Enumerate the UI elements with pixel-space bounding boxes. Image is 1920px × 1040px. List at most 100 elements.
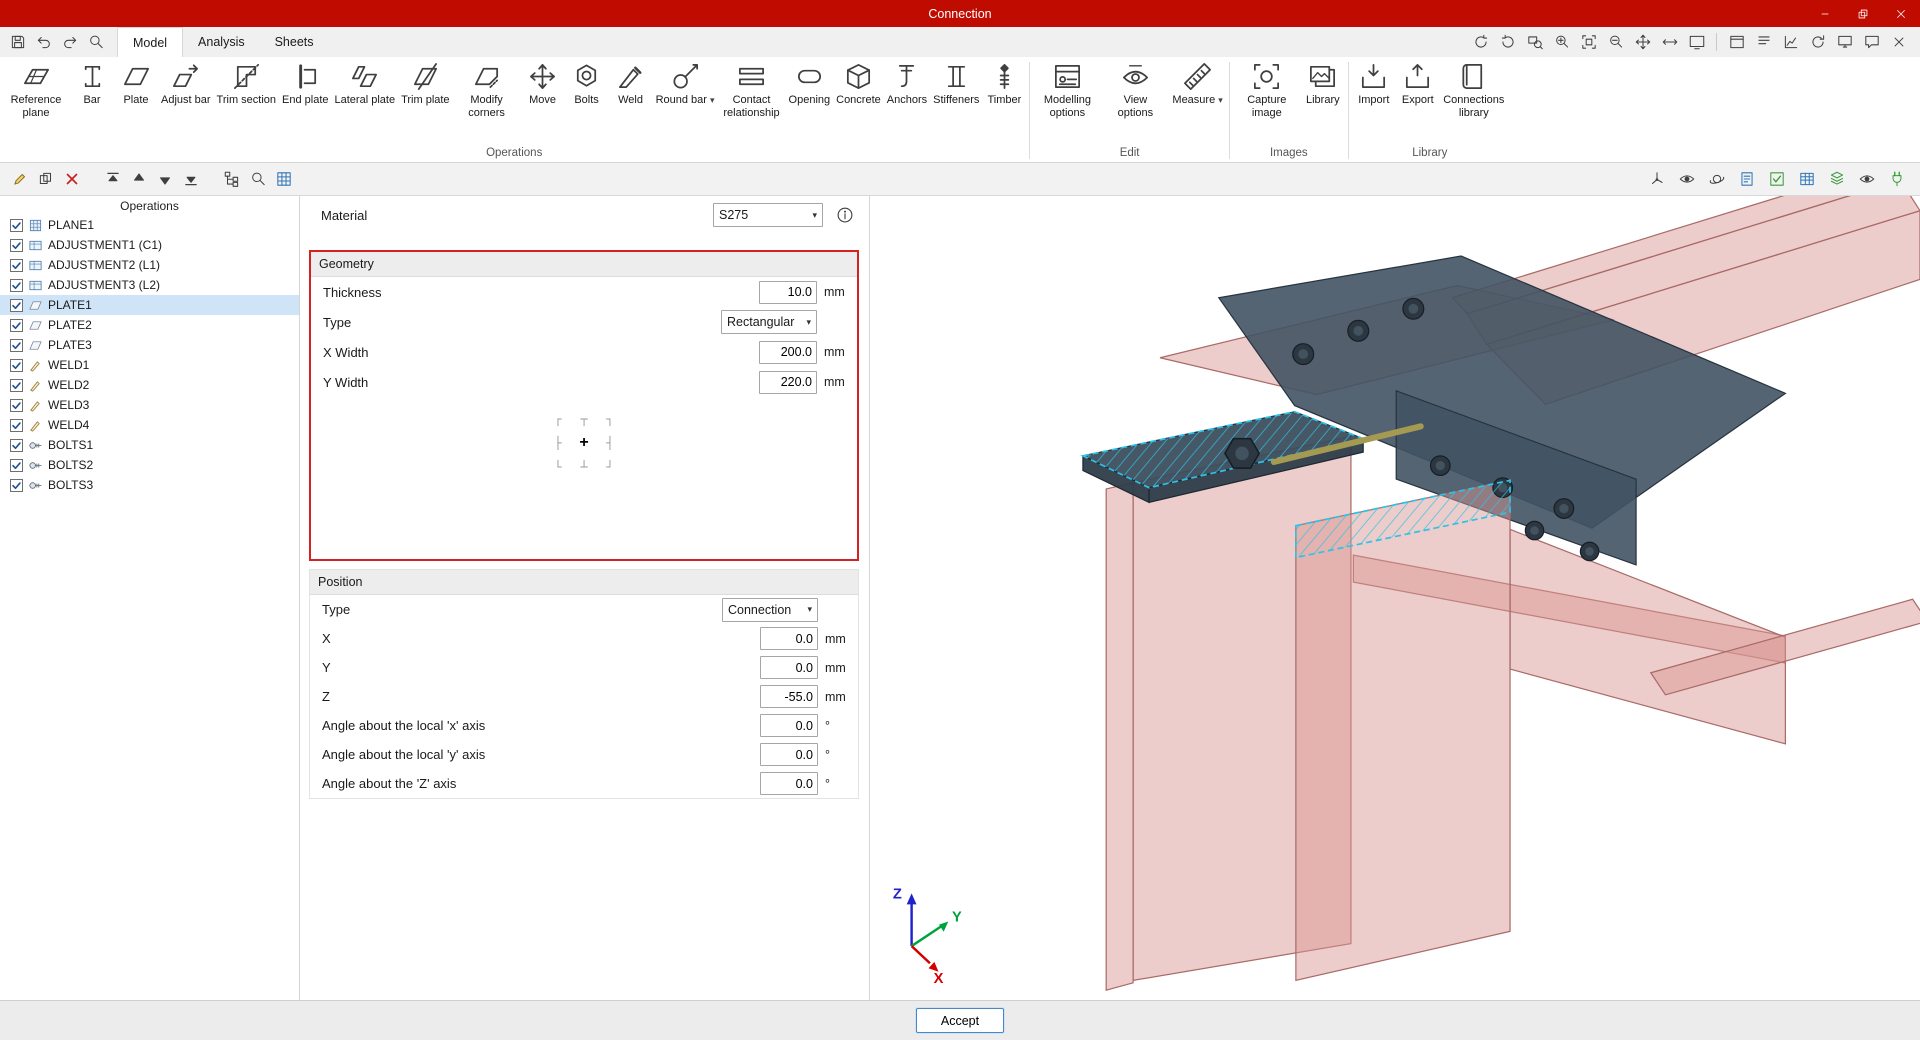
ribbon-button-trim-section[interactable]: Trim section [214,59,280,109]
ribbon-button-bar[interactable]: Bar [70,59,114,109]
eye2-button[interactable] [1855,168,1878,191]
comment-button[interactable] [1860,31,1883,54]
checkbox[interactable] [10,359,23,372]
ribbon-button-library[interactable]: Library [1301,59,1345,109]
zoom-refresh-button[interactable] [1550,31,1573,54]
tree-item-weld4[interactable]: WELD4 [0,415,299,435]
checkbox[interactable] [10,459,23,472]
ribbon-button-move[interactable]: Move [521,59,565,109]
zoom-search-button[interactable] [1604,31,1627,54]
connector-button[interactable] [1885,168,1908,191]
tree-item-weld1[interactable]: WELD1 [0,355,299,375]
ribbon-button-adjust-bar[interactable]: Adjust bar [158,59,214,109]
anchor-cell-6[interactable]: └ [545,455,571,479]
minimize-button[interactable] [1806,0,1844,27]
copy-button[interactable] [34,168,57,191]
layers-button[interactable] [1825,168,1848,191]
save-button[interactable] [6,31,29,54]
tree-item-plane1[interactable]: PLANE1 [0,215,299,235]
tree-item-bolts2[interactable]: BOLTS2 [0,455,299,475]
anchor-cell-1[interactable]: ┬ [571,407,597,431]
checkbox[interactable] [10,259,23,272]
angle-about-the-local-y-axis-input[interactable] [760,743,818,766]
rotate-right-button[interactable] [1496,31,1519,54]
anchor-cell-3[interactable]: ├ [545,431,571,455]
delete-button[interactable] [60,168,83,191]
move-view-button[interactable] [1658,31,1681,54]
tree-item-weld2[interactable]: WELD2 [0,375,299,395]
ribbon-button-end-plate[interactable]: End plate [279,59,331,109]
search-button[interactable] [84,31,107,54]
tree-item-bolts3[interactable]: BOLTS3 [0,475,299,495]
y-input[interactable] [760,656,818,679]
move-up-button[interactable] [127,168,150,191]
checkbox[interactable] [10,239,23,252]
checkbox[interactable] [10,399,23,412]
tree-item-adjustment2-l1[interactable]: ADJUSTMENT2 (L1) [0,255,299,275]
anchor-cell-4[interactable]: + [571,431,597,455]
rotate-left-button[interactable] [1469,31,1492,54]
ribbon-button-view-options[interactable]: View options [1101,59,1169,121]
anchor-cell-7[interactable]: ┴ [571,455,597,479]
tree-item-adjustment3-l2[interactable]: ADJUSTMENT3 (L2) [0,275,299,295]
frame-button[interactable] [1725,31,1748,54]
zoom-window-button[interactable] [1523,31,1546,54]
eye-button[interactable] [1675,168,1698,191]
anchor-cell-0[interactable]: ┌ [545,407,571,431]
tree-item-plate3[interactable]: PLATE3 [0,335,299,355]
move-down-button[interactable] [153,168,176,191]
anchor-cell-2[interactable]: ┐ [597,407,623,431]
tab-model[interactable]: Model [117,27,183,57]
redo-button[interactable] [58,31,81,54]
tab-sheets[interactable]: Sheets [260,27,329,57]
move-bottom-button[interactable] [179,168,202,191]
checkbox[interactable] [10,419,23,432]
ribbon-button-capture-image[interactable]: Capture image [1233,59,1301,121]
tree-item-plate2[interactable]: PLATE2 [0,315,299,335]
close-button[interactable] [1882,0,1920,27]
type-select[interactable]: Rectangular▾ [721,310,817,334]
fit-screen-button[interactable] [1685,31,1708,54]
ribbon-button-opening[interactable]: Opening [786,59,834,109]
move-top-button[interactable] [101,168,124,191]
restore-button[interactable] [1844,0,1882,27]
ribbon-button-connections-library[interactable]: Connections library [1440,59,1508,121]
x-input[interactable] [760,627,818,650]
ribbon-button-round-bar[interactable]: Round bar ▾ [653,59,718,109]
ribbon-button-stiffeners[interactable]: Stiffeners [930,59,982,109]
3d-model-canvas[interactable]: Z Y X [870,196,1920,1000]
material-select[interactable]: S275 ▾ [713,203,823,227]
y-width-input[interactable] [759,371,817,394]
ribbon-button-anchors[interactable]: Anchors [884,59,930,109]
ribbon-button-concrete[interactable]: Concrete [833,59,884,109]
refresh-button[interactable] [1806,31,1829,54]
angle-about-the-z-axis-input[interactable] [760,772,818,795]
ribbon-button-trim-plate[interactable]: Trim plate [398,59,453,109]
table-button[interactable] [1795,168,1818,191]
thickness-input[interactable] [759,281,817,304]
checkbox[interactable] [10,339,23,352]
angle-about-the-local-x-axis-input[interactable] [760,714,818,737]
info-icon[interactable] [835,205,855,225]
ribbon-button-bolts[interactable]: Bolts [565,59,609,109]
ribbon-button-timber[interactable]: Timber [982,59,1026,109]
tree-item-weld3[interactable]: WELD3 [0,395,299,415]
group-tree-button[interactable] [220,168,243,191]
checkbox[interactable] [10,439,23,452]
pan-button[interactable] [1631,31,1654,54]
x-width-input[interactable] [759,341,817,364]
ribbon-button-modify-corners[interactable]: Modify corners [453,59,521,121]
chart-button[interactable] [1779,31,1802,54]
checkbox[interactable] [10,479,23,492]
ribbon-button-modelling-options[interactable]: Modelling options [1033,59,1101,121]
undo-button[interactable] [32,31,55,54]
ribbon-button-measure[interactable]: Measure ▾ [1169,59,1225,109]
monitor-button[interactable] [1833,31,1856,54]
ribbon-button-reference-plane[interactable]: Reference plane [2,59,70,121]
checkbox[interactable] [10,219,23,232]
anchor-cell-8[interactable]: ┘ [597,455,623,479]
close-panel-button[interactable] [1887,31,1910,54]
pencil-button[interactable] [8,168,31,191]
checkbox[interactable] [10,319,23,332]
notes-button[interactable] [1752,31,1775,54]
